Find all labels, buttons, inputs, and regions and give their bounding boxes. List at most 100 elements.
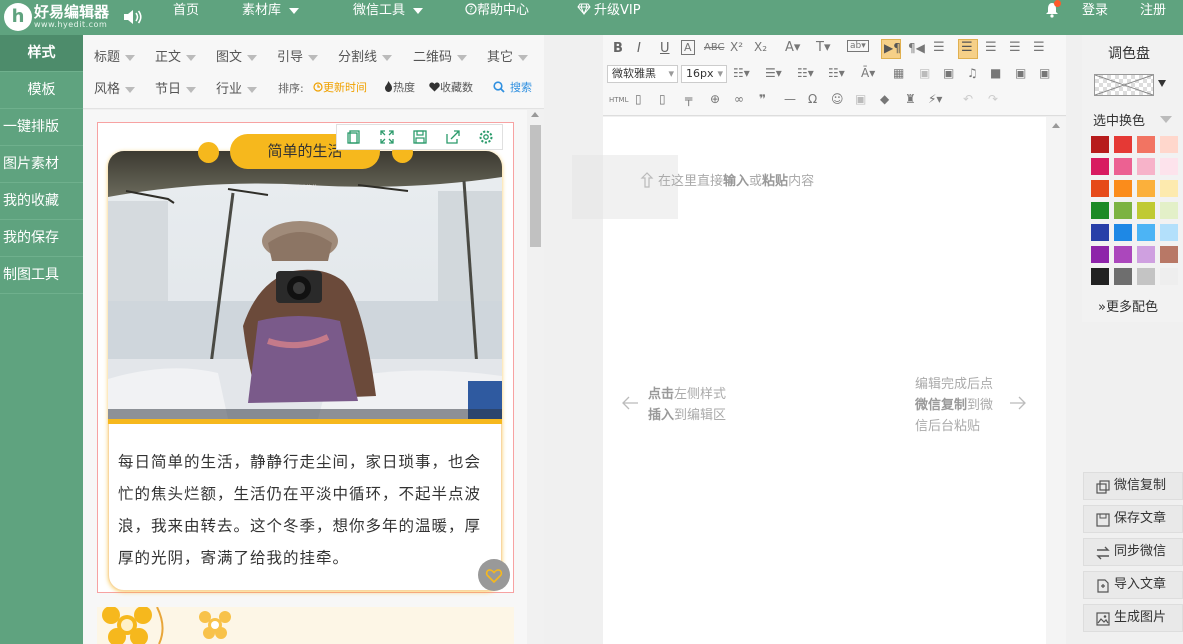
- color-swatch[interactable]: [1137, 180, 1155, 197]
- image-placeholder-icon[interactable]: ▣: [919, 66, 930, 80]
- filter-qrcode[interactable]: 二维码: [413, 46, 468, 65]
- subscript-icon[interactable]: X₂: [754, 40, 767, 54]
- sidebar-item-my-saved[interactable]: 我的保存: [0, 220, 83, 257]
- strikethrough-icon[interactable]: ABC: [704, 42, 725, 53]
- generate-image-button[interactable]: 生成图片: [1083, 604, 1183, 632]
- format-brush-icon[interactable]: ╤: [685, 92, 692, 106]
- sidebar-item-styles[interactable]: 样式: [0, 35, 83, 72]
- color-swatch[interactable]: [1114, 202, 1132, 219]
- login-link[interactable]: 登录: [1082, 0, 1108, 35]
- magic-wand-icon[interactable]: ⚡▾: [928, 92, 942, 106]
- color-swatch[interactable]: [1091, 136, 1109, 153]
- color-swatch[interactable]: [1114, 136, 1132, 153]
- align-center-icon[interactable]: ☰: [985, 40, 997, 55]
- line-height-icon[interactable]: ☰▾: [765, 66, 782, 80]
- register-link[interactable]: 注册: [1140, 0, 1166, 35]
- color-swatch[interactable]: [1114, 158, 1132, 175]
- editor-scrollbar[interactable]: [1046, 117, 1066, 644]
- sidebar-item-image-material[interactable]: 图片素材: [0, 146, 83, 183]
- scroll-up-arrow-icon[interactable]: [1052, 123, 1060, 128]
- color-swatch[interactable]: [1091, 158, 1109, 175]
- font-color-icon[interactable]: A▾: [785, 40, 800, 55]
- sort-by-update-time[interactable]: 更新时间: [313, 79, 367, 95]
- sidebar-item-my-favorites[interactable]: 我的收藏: [0, 183, 83, 220]
- font-size-select[interactable]: 16px ▾: [681, 65, 727, 83]
- underline-icon[interactable]: U: [660, 41, 670, 56]
- undo-icon[interactable]: ↶: [963, 92, 973, 106]
- sidebar-item-templates[interactable]: 模板: [0, 72, 83, 109]
- highlight-icon[interactable]: ab▾: [847, 40, 869, 52]
- link-icon[interactable]: ∞: [734, 92, 744, 106]
- text-background-icon[interactable]: T▾: [816, 40, 830, 55]
- attachment-icon[interactable]: ▣: [1039, 66, 1050, 80]
- eraser-icon[interactable]: ◆: [880, 92, 889, 106]
- color-swatch[interactable]: [1160, 202, 1178, 219]
- special-char-icon[interactable]: Ω: [808, 92, 817, 106]
- nav-help-center[interactable]: ? 帮助中心: [465, 0, 529, 35]
- color-swatch[interactable]: [1091, 224, 1109, 241]
- row-spacing-bottom-icon[interactable]: ☷▾: [797, 66, 814, 80]
- nav-upgrade-vip[interactable]: 升级VIP: [577, 0, 641, 35]
- filter-title[interactable]: 标题: [94, 46, 136, 65]
- filter-body-text[interactable]: 正文: [155, 46, 197, 65]
- color-swatch[interactable]: [1160, 180, 1178, 197]
- insert-image-icon[interactable]: ▣: [943, 66, 954, 80]
- filter-guide[interactable]: 引导: [277, 46, 319, 65]
- color-swatch[interactable]: [1137, 224, 1155, 241]
- selection-recolor-select[interactable]: 选中换色: [1093, 110, 1145, 129]
- clear-format-icon[interactable]: ♜: [905, 92, 916, 106]
- color-swatch[interactable]: [1091, 246, 1109, 263]
- copy-icon[interactable]: [346, 129, 362, 145]
- music-icon[interactable]: ♫: [967, 66, 978, 80]
- favorite-button[interactable]: [478, 559, 510, 591]
- filter-style[interactable]: 风格: [94, 78, 136, 97]
- indent-icon[interactable]: ☰: [933, 40, 945, 55]
- nav-material-library[interactable]: 素材库: [242, 0, 300, 35]
- color-swatch[interactable]: [1160, 224, 1178, 241]
- color-swatch[interactable]: [1137, 246, 1155, 263]
- sidebar-item-drawing-tools[interactable]: 制图工具: [0, 257, 83, 294]
- superscript-icon[interactable]: X²: [730, 40, 743, 54]
- nav-wechat-tools[interactable]: 微信工具: [353, 0, 424, 35]
- more-colors-link[interactable]: »更多配色: [1098, 296, 1158, 315]
- filter-divider[interactable]: 分割线: [338, 46, 393, 65]
- filter-industry[interactable]: 行业: [216, 78, 258, 97]
- share-icon[interactable]: [445, 129, 461, 145]
- color-swatch[interactable]: [1114, 224, 1132, 241]
- sidebar-item-one-click-layout[interactable]: 一键排版: [0, 109, 83, 146]
- color-swatch[interactable]: [1160, 268, 1178, 285]
- video-icon[interactable]: ■: [990, 66, 1001, 80]
- table-icon[interactable]: ▦: [893, 66, 904, 80]
- color-swatch[interactable]: [1091, 268, 1109, 285]
- style-list-scroll-thumb[interactable]: [530, 125, 541, 247]
- logo[interactable]: h 好易编辑器 www.hyedit.com: [2, 0, 120, 35]
- color-swatch[interactable]: [1091, 202, 1109, 219]
- import-article-button[interactable]: 导入文章: [1083, 571, 1183, 599]
- template-icon[interactable]: ▣: [855, 92, 866, 106]
- color-swatch[interactable]: [1160, 136, 1178, 153]
- color-swatch[interactable]: [1114, 180, 1132, 197]
- color-swatch[interactable]: [1137, 202, 1155, 219]
- transparent-color-swatch[interactable]: [1094, 74, 1154, 96]
- save-icon[interactable]: [412, 129, 428, 145]
- sort-by-favorites[interactable]: 收藏数: [429, 79, 473, 95]
- emoji-icon[interactable]: ☺: [831, 92, 844, 106]
- save-article-button[interactable]: 保存文章: [1083, 505, 1183, 533]
- chevron-down-icon[interactable]: [1158, 80, 1166, 87]
- find-replace-icon[interactable]: ⊕: [710, 92, 720, 106]
- color-swatch[interactable]: [1137, 268, 1155, 285]
- row-spacing-top-icon[interactable]: ☷▾: [733, 66, 750, 80]
- italic-icon[interactable]: I: [637, 41, 641, 56]
- settings-icon[interactable]: [478, 129, 494, 145]
- speaker-icon[interactable]: [122, 8, 144, 26]
- letter-spacing-icon[interactable]: ☷▾: [828, 66, 845, 80]
- color-swatch[interactable]: [1160, 246, 1178, 263]
- color-swatch[interactable]: [1114, 246, 1132, 263]
- color-swatch[interactable]: [1114, 268, 1132, 285]
- color-swatch[interactable]: [1091, 180, 1109, 197]
- bold-icon[interactable]: B: [613, 41, 623, 56]
- align-right-icon[interactable]: ☰: [1009, 40, 1021, 55]
- color-swatch[interactable]: [1137, 158, 1155, 175]
- filter-other[interactable]: 其它: [487, 46, 529, 65]
- align-justify-icon[interactable]: ☰: [1033, 40, 1045, 55]
